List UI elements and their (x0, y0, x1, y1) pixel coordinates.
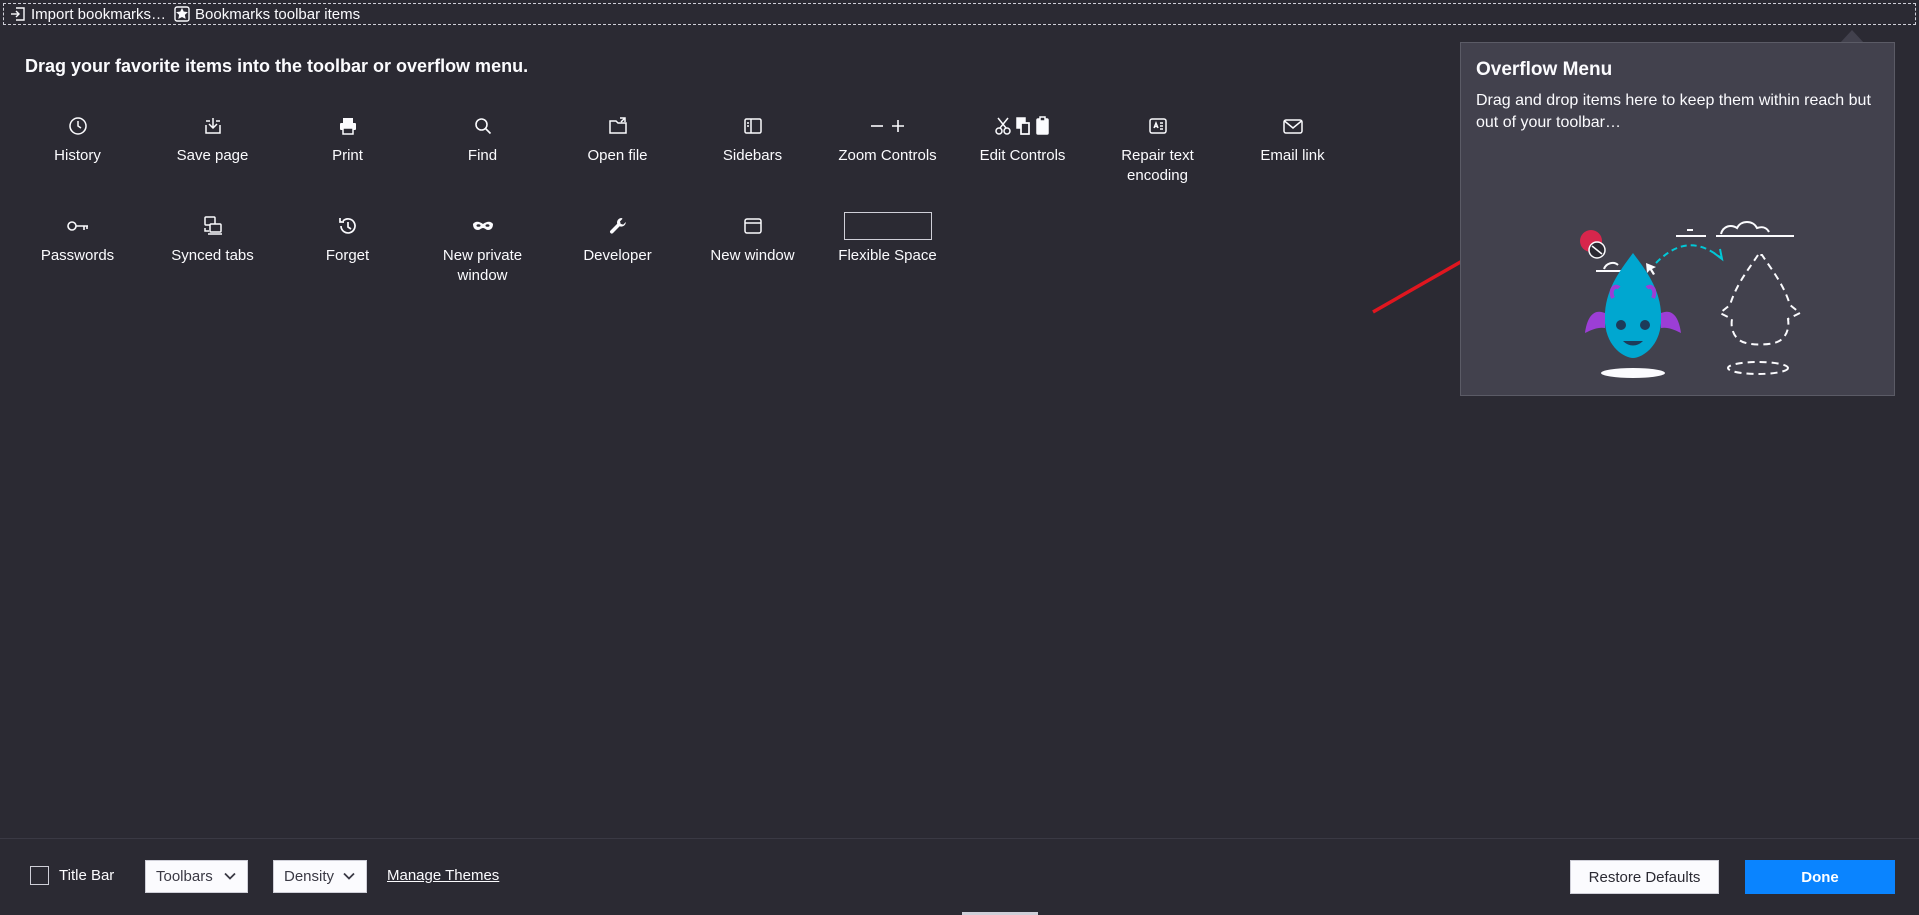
palette-label: History (54, 147, 101, 164)
key-icon (66, 212, 90, 240)
palette-label: New window (710, 247, 795, 264)
palette-item-new-private-window[interactable]: New private window (415, 212, 550, 312)
palette-label: Save page (176, 147, 249, 164)
customize-headline: Drag your favorite items into the toolba… (25, 56, 529, 76)
text-encoding-icon (1148, 112, 1168, 140)
overflow-menu-description: Drag and drop items here to keep them wi… (1476, 92, 1871, 131)
restore-defaults-button[interactable]: Restore Defaults (1570, 860, 1719, 894)
bookmarks-toolbar-items[interactable]: Bookmarks toolbar items (174, 6, 360, 23)
palette-label: Open file (587, 147, 648, 164)
density-dropdown-label: Density (284, 868, 335, 885)
manage-themes-link[interactable]: Manage Themes (387, 867, 499, 884)
palette-label: Flexible Space (838, 247, 937, 264)
bookmark-star-icon (174, 6, 190, 22)
toolbars-dropdown[interactable]: Toolbars (145, 860, 248, 893)
palette-label: Find (467, 147, 498, 164)
bookmarks-toolbar-items-label: Bookmarks toolbar items (195, 5, 361, 23)
save-page-icon (203, 112, 223, 140)
overflow-illustration (1580, 221, 1802, 378)
palette-label: Email link (1260, 147, 1325, 164)
overflow-menu-panel[interactable]: Overflow Menu Drag and drop items here t… (1460, 42, 1895, 396)
import-icon (10, 6, 26, 22)
palette-label: Repair text encoding (1121, 147, 1194, 184)
palette-item-passwords[interactable]: Passwords (10, 212, 145, 312)
palette-item-synced-tabs[interactable]: Synced tabs (145, 212, 280, 312)
palette-item-developer[interactable]: Developer (550, 212, 685, 312)
palette-item-history[interactable]: History (10, 112, 145, 212)
forget-icon (337, 212, 359, 240)
print-icon (338, 112, 358, 140)
customize-footer: Title Bar Toolbars Density Manage Themes… (0, 838, 1919, 915)
palette-item-sidebars[interactable]: Sidebars (685, 112, 820, 212)
wrench-icon (608, 212, 628, 240)
customize-palette: History Save page Print Find Open file S… (10, 112, 1370, 312)
palette-item-email-link[interactable]: Email link (1225, 112, 1360, 212)
search-icon (473, 112, 493, 140)
zoom-controls-icon (868, 112, 908, 140)
palette-item-repair-text-encoding[interactable]: Repair text encoding (1090, 112, 1225, 212)
import-bookmarks-button[interactable]: Import bookmarks… (10, 6, 166, 23)
title-bar-checkbox[interactable] (30, 866, 49, 885)
palette-label: New private window (442, 247, 523, 284)
chevron-down-icon (224, 872, 236, 880)
done-button[interactable]: Done (1745, 860, 1895, 894)
title-bar-toggle[interactable]: Title Bar (30, 866, 114, 885)
palette-item-edit-controls[interactable]: Edit Controls (955, 112, 1090, 212)
new-window-icon (743, 212, 763, 240)
palette-item-open-file[interactable]: Open file (550, 112, 685, 212)
email-icon (1282, 112, 1304, 140)
palette-label: Passwords (40, 247, 115, 264)
palette-item-flexible-space[interactable]: Flexible Space (820, 212, 955, 312)
edit-controls-icon (993, 112, 1053, 140)
flexible-space-box (843, 212, 932, 240)
import-bookmarks-label: Import bookmarks… (31, 5, 167, 23)
palette-label: Synced tabs (171, 247, 254, 264)
chevron-down-icon (343, 872, 355, 880)
open-file-icon (608, 112, 628, 140)
palette-item-save-page[interactable]: Save page (145, 112, 280, 212)
toolbars-dropdown-label: Toolbars (156, 868, 213, 885)
palette-label: Edit Controls (979, 147, 1066, 164)
synced-tabs-icon (202, 212, 224, 240)
palette-item-forget[interactable]: Forget (280, 212, 415, 312)
palette-label: Print (332, 147, 363, 164)
palette-label: Forget (325, 247, 370, 264)
palette-item-find[interactable]: Find (415, 112, 550, 212)
palette-item-print[interactable]: Print (280, 112, 415, 212)
bookmarks-toolbar: Import bookmarks… Bookmarks toolbar item… (3, 3, 1916, 25)
palette-label: Developer (583, 247, 652, 264)
palette-label: Zoom Controls (838, 147, 937, 164)
density-dropdown[interactable]: Density (273, 860, 367, 893)
palette-item-new-window[interactable]: New window (685, 212, 820, 312)
history-icon (68, 112, 88, 140)
private-mask-icon (472, 212, 494, 240)
overflow-menu-title: Overflow Menu (1476, 59, 1613, 80)
title-bar-label: Title Bar (59, 867, 115, 884)
sidebars-icon (743, 112, 763, 140)
palette-item-zoom-controls[interactable]: Zoom Controls (820, 112, 955, 212)
palette-label: Sidebars (722, 147, 783, 164)
